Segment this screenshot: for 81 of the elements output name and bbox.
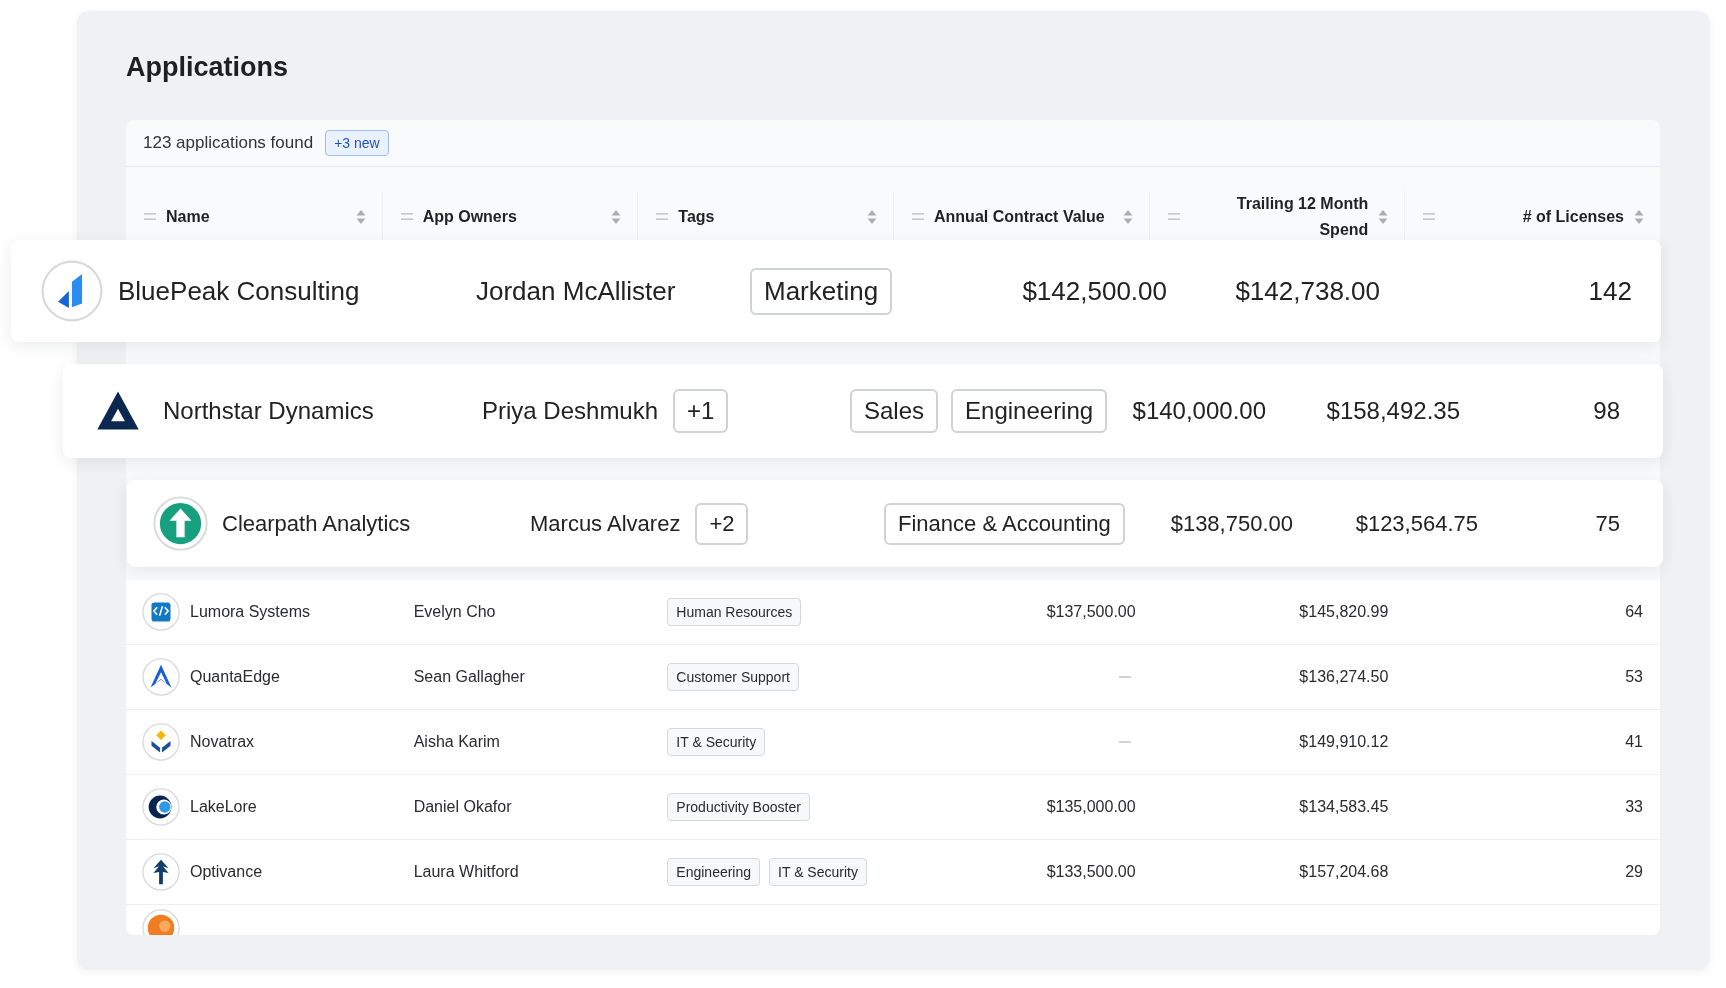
sort-icon[interactable] [355, 209, 366, 225]
license-count: 98 [1593, 397, 1620, 425]
tag-chip: IT & Security [667, 728, 766, 756]
tag-chip: Sales [850, 389, 939, 433]
column-header: Trailing 12 Month Spend [1235, 194, 1369, 240]
tag-chip: Finance & Accounting [884, 502, 1125, 545]
app-name[interactable]: BluePeak Consulting [118, 275, 360, 307]
owner-name: Daniel Okafor [413, 798, 512, 816]
license-count: 142 [1588, 275, 1632, 307]
code-icon [142, 593, 180, 631]
drag-handle-icon[interactable] [400, 213, 413, 221]
column-header: Name [166, 207, 211, 227]
app-name[interactable]: QuantaEdge [190, 668, 280, 686]
diamond-logo-icon [142, 723, 180, 761]
tag-chip: IT & Security [769, 858, 867, 886]
spend-value: $123,564.75 [1355, 510, 1478, 537]
contract-value: $137,500.00 [1046, 603, 1136, 621]
spend-value: $157,204.68 [1299, 863, 1389, 881]
featured-row-card[interactable]: Clearpath Analytics Marcus Alvarez +2 Finance & Accounting $138,750.00 $123,564.75 75 [127, 480, 1663, 567]
sort-icon[interactable] [867, 209, 877, 225]
rising-bars-icon [41, 260, 103, 322]
app-name[interactable]: Novatrax [190, 733, 255, 751]
drag-handle-icon[interactable] [144, 213, 156, 221]
app-name[interactable]: LakeLore [190, 798, 257, 816]
spend-value: $142,738.00 [1235, 275, 1380, 307]
spend-value: $158,492.35 [1326, 397, 1460, 425]
tag-chip: Marketing [750, 267, 893, 315]
app-name[interactable]: Optivance [190, 863, 263, 881]
sort-icon[interactable] [611, 209, 622, 225]
tag-chip: Productivity Booster [667, 793, 810, 821]
owner-name: Laura Whitford [413, 863, 519, 881]
app-name[interactable]: Clearpath Analytics [222, 510, 411, 537]
drag-handle-icon[interactable] [656, 213, 669, 221]
contract-value: $138,750.00 [1170, 510, 1293, 537]
featured-row-card[interactable]: BluePeak Consulting Jordan McAllister Marketing $142,500.00 $142,738.00 142 [11, 240, 1661, 342]
contract-value: $142,500.00 [1022, 275, 1167, 307]
results-count: 123 applications found [143, 133, 314, 153]
drag-handle-icon[interactable] [1167, 213, 1180, 221]
owner-name: Aisha Karim [413, 733, 500, 751]
owner-name: Sean Gallagher [413, 668, 525, 686]
owner-name: Marcus Alvarez [530, 510, 681, 537]
sort-icon[interactable] [1122, 209, 1133, 225]
chevron-logo-icon [142, 658, 180, 696]
new-badge: +3 new [325, 130, 389, 156]
tag-chip: Engineering [667, 858, 761, 886]
empty-value-dash [1118, 741, 1131, 743]
extra-owners-badge[interactable]: +2 [695, 502, 749, 545]
sort-icon[interactable] [1378, 209, 1389, 225]
drag-handle-icon[interactable] [1423, 213, 1436, 221]
owner-name: Evelyn Cho [413, 603, 496, 621]
license-count: 29 [1625, 863, 1643, 881]
page-title: Applications [126, 51, 289, 83]
tag-chip: Customer Support [667, 663, 799, 691]
column-header: App Owners [422, 207, 518, 227]
crescent-logo-icon [142, 788, 180, 826]
spend-value: $134,583.45 [1299, 798, 1389, 816]
license-count: 53 [1625, 668, 1643, 686]
app-name[interactable]: Lumora Systems [190, 603, 311, 621]
contract-value: $135,000.00 [1046, 798, 1136, 816]
license-count: 75 [1595, 510, 1620, 537]
extra-owners-badge[interactable]: +1 [673, 389, 729, 433]
drag-handle-icon[interactable] [912, 213, 924, 221]
spend-value: $149,910.12 [1299, 733, 1389, 751]
empty-value-dash [1118, 676, 1131, 678]
column-header: Annual Contract Value [934, 207, 1106, 227]
tag-chip: Engineering [951, 389, 1108, 433]
contract-value: $133,500.00 [1046, 863, 1136, 881]
app-name[interactable]: Northstar Dynamics [163, 397, 374, 425]
owner-name: Priya Deshmukh [482, 397, 659, 425]
license-count: 64 [1625, 603, 1643, 621]
spend-value: $136,274.50 [1299, 668, 1389, 686]
column-header: # of Licenses [1521, 207, 1624, 227]
featured-row-card[interactable]: Northstar Dynamics Priya Deshmukh +1 Sales Engineering $140,000.00 $158,492.35 98 [63, 364, 1663, 458]
license-count: 41 [1625, 733, 1643, 751]
owner-name: Jordan McAllister [476, 275, 676, 307]
spend-value: $145,820.99 [1299, 603, 1389, 621]
tag-chip: Human Resources [667, 598, 802, 626]
sort-icon[interactable] [1634, 209, 1644, 225]
license-count: 33 [1625, 798, 1643, 816]
contract-value: $140,000.00 [1132, 397, 1266, 425]
column-header: Tags [678, 207, 716, 227]
